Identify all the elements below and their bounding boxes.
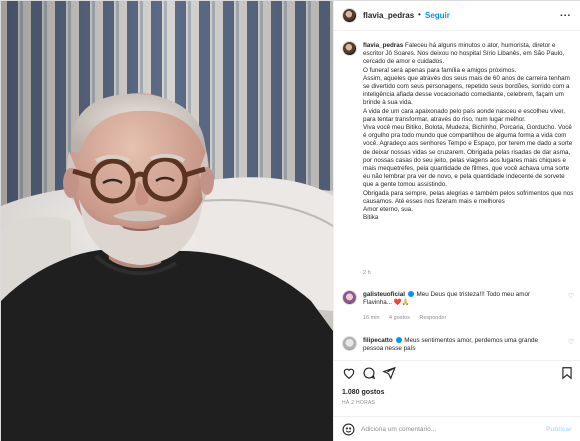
verified-icon xyxy=(407,291,414,298)
heart-icon[interactable] xyxy=(342,366,356,380)
caption-paragraph: O funeral será apenas para família e ami… xyxy=(363,66,517,74)
comments-scroll-area[interactable]: flavia_pedras Faleceu há alguns minutos … xyxy=(334,32,580,359)
author-avatar[interactable] xyxy=(342,8,357,23)
post-photo[interactable] xyxy=(1,1,333,441)
verified-icon xyxy=(395,337,402,344)
caption-paragraph: A vida de um cara apaixonado pelo país a… xyxy=(363,107,565,123)
post-action-bar xyxy=(334,360,580,382)
caption-paragraph: Amor eterno, sua. xyxy=(363,206,414,214)
comment-meta: 16 min 4 gostos Responder xyxy=(363,315,454,321)
commenter-avatar[interactable] xyxy=(342,290,357,305)
post-header: flavia_pedras • Seguir ... xyxy=(334,1,580,31)
share-icon[interactable] xyxy=(382,366,396,380)
header-separator: • xyxy=(418,10,421,19)
post-photo-illustration xyxy=(1,1,333,441)
likes-count[interactable]: 1.080 gostos xyxy=(342,389,384,396)
bookmark-icon[interactable] xyxy=(560,366,574,380)
comment-text: galisteuoficial Meu Deus que tristeza!!!… xyxy=(363,291,558,307)
caption-paragraph: Viva você meu Bitiko, Bolota, Mudeza, Bi… xyxy=(363,124,573,189)
caption-paragraph: Bitika xyxy=(363,214,379,222)
caption-paragraph: Obrigada para sempre, pelas alegrias e t… xyxy=(363,189,574,205)
follow-button[interactable]: Seguir xyxy=(425,11,450,20)
comment-like-heart-icon[interactable]: ♡ xyxy=(568,292,574,300)
comment-timestamp: 16 min xyxy=(363,315,380,321)
comment-text: filipecatto Meus sentimentos amor, perde… xyxy=(363,337,558,353)
commenter-username[interactable]: filipecatto xyxy=(363,337,393,344)
emoji-icon[interactable] xyxy=(342,423,355,436)
comment-likes-count[interactable]: 4 gostos xyxy=(389,315,410,321)
publish-button[interactable]: Publicar xyxy=(546,426,572,433)
instagram-post-modal: flavia_pedras • Seguir ... flavia_pedras… xyxy=(0,0,580,441)
reply-button[interactable]: Responder xyxy=(419,315,446,321)
author-username[interactable]: flavia_pedras xyxy=(363,11,414,20)
add-comment-bar: Publicar xyxy=(334,416,580,441)
comment-input[interactable] xyxy=(361,422,531,436)
comment-like-heart-icon[interactable]: ♡ xyxy=(568,338,574,346)
caption-timestamp: 2 h xyxy=(363,270,371,276)
commenter-avatar[interactable] xyxy=(342,336,357,351)
more-options-icon[interactable]: ... xyxy=(560,8,571,19)
post-caption: flavia_pedras Faleceu há alguns minutos … xyxy=(363,42,575,222)
commenter-username[interactable]: galisteuoficial xyxy=(363,291,405,298)
post-side-panel: flavia_pedras • Seguir ... flavia_pedras… xyxy=(333,1,580,441)
caption-username[interactable]: flavia_pedras xyxy=(363,42,403,49)
caption-author-avatar[interactable] xyxy=(342,41,357,56)
caption-paragraph: Assim, aqueles que através dos seus mais… xyxy=(363,74,570,107)
post-date: HÁ 2 HORAS xyxy=(342,400,376,406)
comment-icon[interactable] xyxy=(362,366,376,380)
